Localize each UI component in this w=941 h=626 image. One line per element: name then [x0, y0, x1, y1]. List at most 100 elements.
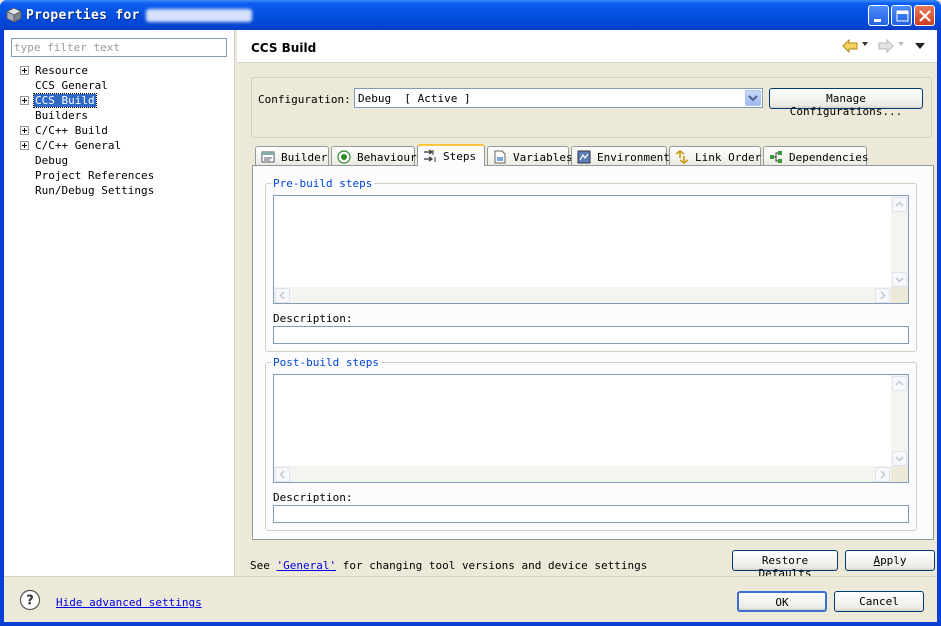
- vertical-scrollbar[interactable]: [891, 375, 908, 467]
- scroll-up-button[interactable]: [892, 376, 907, 391]
- tree-item-label: Builders: [35, 109, 88, 122]
- expand-icon[interactable]: [20, 126, 29, 135]
- scroll-right-button[interactable]: [875, 288, 890, 303]
- chevron-right-icon: [880, 291, 886, 300]
- steps-tab-panel: Pre-build steps Description: Post-build …: [252, 165, 934, 540]
- expand-icon[interactable]: [20, 96, 29, 105]
- tab-label: Behaviour: [357, 151, 417, 164]
- scroll-left-button[interactable]: [275, 288, 290, 303]
- ok-label: OK: [775, 596, 789, 609]
- info-prefix: See: [250, 559, 277, 572]
- post-build-description-input[interactable]: [273, 505, 909, 523]
- tab-environment[interactable]: Environment: [571, 146, 670, 166]
- tree-item-label: Debug: [35, 154, 69, 167]
- post-build-steps-textarea[interactable]: [273, 374, 909, 483]
- tree-item-builders[interactable]: Builders: [4, 108, 235, 123]
- pre-build-description-input[interactable]: [273, 326, 909, 344]
- scroll-up-button[interactable]: [892, 197, 907, 212]
- scroll-down-button[interactable]: [892, 451, 907, 466]
- minimize-button[interactable]: [868, 5, 889, 26]
- tree-item-label: C/C++ General: [35, 139, 122, 152]
- view-menu-icon[interactable]: [914, 42, 926, 50]
- tab-label: Steps: [443, 150, 477, 163]
- tab-label: Environment: [597, 151, 670, 164]
- chevron-right-icon: [880, 470, 886, 479]
- dialog-button-bar: ? Hide advanced settings OK Cancel: [4, 576, 937, 622]
- window-title: Properties for: [26, 8, 140, 23]
- tree-item-ccs-general[interactable]: CCS General: [4, 78, 235, 93]
- page-title: CCS Build: [251, 41, 317, 55]
- tree-item-cpp-general[interactable]: C/C++ General: [4, 138, 235, 153]
- tree-item-label: CCS Build: [33, 93, 97, 108]
- manage-configurations-button[interactable]: Manage Configurations...: [769, 88, 923, 118]
- scroll-left-button[interactable]: [275, 467, 290, 482]
- chevron-left-icon: [279, 291, 285, 300]
- property-pages-pane: Resource CCS General CCS Build Builders …: [4, 30, 235, 576]
- configuration-label: Configuration:: [258, 93, 351, 106]
- chevron-down-icon: [748, 95, 758, 102]
- properties-dialog: Properties for Resource CCS General: [0, 0, 941, 626]
- tab-strip: Builder Behaviour Steps Variables Enviro…: [255, 144, 935, 166]
- pre-build-description-label: Description:: [273, 312, 353, 325]
- tab-link-order[interactable]: Link Order: [669, 146, 761, 166]
- page-header: CCS Build: [237, 30, 937, 63]
- close-icon: [919, 10, 931, 22]
- vertical-scrollbar[interactable]: [891, 196, 908, 288]
- behaviour-icon: [337, 150, 351, 164]
- maximize-button[interactable]: [891, 5, 912, 26]
- tree-item-debug[interactable]: Debug: [4, 153, 235, 168]
- info-message: See 'General' for changing tool versions…: [250, 559, 647, 572]
- tab-builder[interactable]: Builder: [255, 146, 329, 166]
- scroll-down-button[interactable]: [892, 272, 907, 287]
- tree-item-resource[interactable]: Resource: [4, 63, 235, 78]
- tab-steps[interactable]: Steps: [417, 144, 485, 166]
- horizontal-scrollbar[interactable]: [274, 287, 892, 303]
- cancel-button[interactable]: Cancel: [834, 591, 924, 612]
- scrollbar-corner: [891, 287, 908, 303]
- tab-dependencies[interactable]: Dependencies: [763, 146, 869, 166]
- title-bar[interactable]: Properties for: [0, 0, 941, 30]
- expand-icon[interactable]: [20, 66, 29, 75]
- back-history-dropdown-icon[interactable]: [861, 40, 869, 48]
- chevron-up-icon: [895, 380, 904, 386]
- forward-arrow-icon[interactable]: [877, 38, 895, 54]
- close-button[interactable]: [914, 5, 935, 26]
- tab-behaviour[interactable]: Behaviour: [331, 146, 417, 166]
- tree-item-project-references[interactable]: Project References: [4, 168, 235, 183]
- apply-label: Apply: [873, 554, 907, 567]
- filter-input[interactable]: [11, 38, 227, 57]
- horizontal-scrollbar[interactable]: [274, 466, 892, 482]
- tree-item-run-debug-settings[interactable]: Run/Debug Settings: [4, 183, 235, 198]
- ok-button[interactable]: OK: [737, 591, 827, 612]
- configuration-select[interactable]: Debug [ Active ]: [354, 88, 763, 108]
- tab-variables[interactable]: Variables: [487, 146, 573, 166]
- dropdown-button[interactable]: [745, 90, 761, 106]
- forward-history-dropdown-icon[interactable]: [897, 40, 905, 48]
- general-page-link[interactable]: 'General': [277, 559, 337, 572]
- tab-label: Variables: [513, 151, 573, 164]
- pre-build-title: Pre-build steps: [271, 177, 375, 190]
- apply-button[interactable]: Apply: [845, 550, 935, 571]
- dialog-client-area: Resource CCS General CCS Build Builders …: [4, 30, 937, 622]
- back-arrow-icon[interactable]: [841, 38, 859, 54]
- minimize-icon: [874, 19, 881, 22]
- tree-item-ccs-build[interactable]: CCS Build: [4, 93, 235, 108]
- chevron-left-icon: [279, 470, 285, 479]
- info-suffix: for changing tool versions and device se…: [336, 559, 648, 572]
- svg-text:?: ?: [26, 594, 34, 609]
- title-redacted-region: [146, 9, 252, 22]
- cancel-label: Cancel: [859, 595, 899, 608]
- configuration-value: Debug [ Active ]: [358, 92, 471, 105]
- tree-item-cpp-build[interactable]: C/C++ Build: [4, 123, 235, 138]
- scroll-right-button[interactable]: [875, 467, 890, 482]
- pre-build-steps-textarea[interactable]: [273, 195, 909, 304]
- tab-label: Dependencies: [789, 151, 869, 164]
- expand-icon[interactable]: [20, 141, 29, 150]
- app-cube-icon: [6, 7, 22, 23]
- restore-defaults-button[interactable]: Restore Defaults: [732, 550, 838, 580]
- tree-item-label: CCS General: [35, 79, 108, 92]
- help-icon[interactable]: ?: [19, 589, 41, 611]
- variables-icon: [494, 150, 506, 164]
- hide-advanced-settings-link[interactable]: Hide advanced settings: [56, 596, 202, 609]
- environment-icon: [577, 150, 591, 164]
